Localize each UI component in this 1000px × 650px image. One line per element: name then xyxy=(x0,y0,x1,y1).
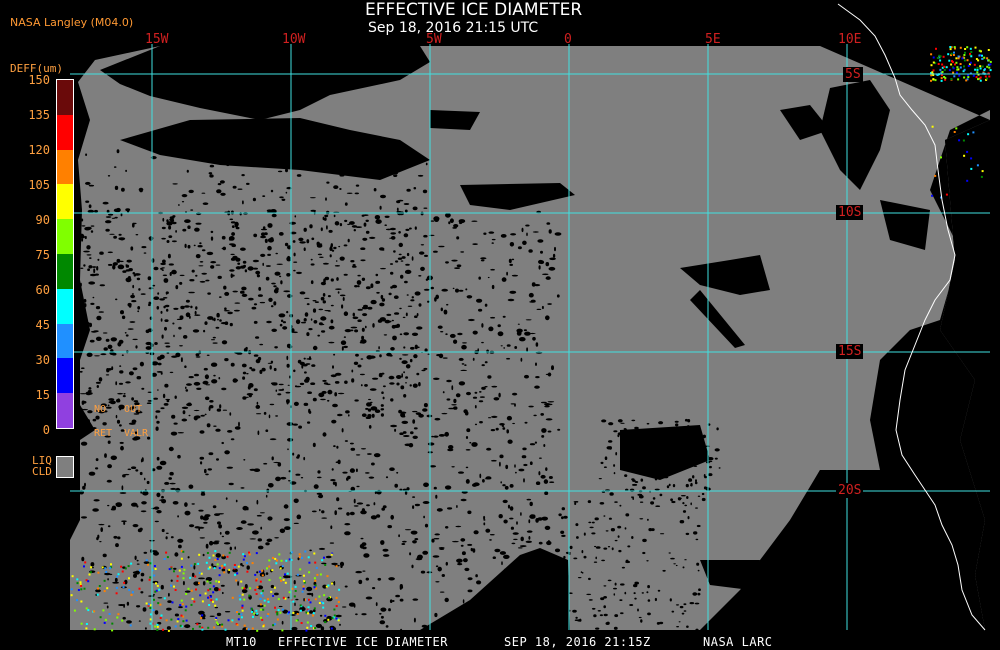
legend-color-segment xyxy=(57,254,73,290)
legend-color-segment xyxy=(57,80,73,116)
legend-tick: 90 xyxy=(35,213,50,227)
lon-label-5w: 5W xyxy=(426,32,442,47)
footer-datetime: SEP 18, 2016 21:15Z xyxy=(504,635,651,649)
lat-label-15s: 15S xyxy=(836,344,864,359)
legend-tick: 75 xyxy=(35,248,50,262)
legend-flag-out: OUT xyxy=(124,404,143,415)
legend-tick: 45 xyxy=(35,318,50,332)
liquid-cloud-swatch xyxy=(56,456,74,478)
legend-color-segment xyxy=(57,358,73,394)
legend-tick: 120 xyxy=(28,143,50,157)
map-title: EFFECTIVE ICE DIAMETER xyxy=(365,0,583,20)
lon-label-15w: 15W xyxy=(145,32,169,47)
legend-tick: 150 xyxy=(28,73,50,87)
lon-label-5e: 5E xyxy=(705,32,721,47)
legend-color-segment xyxy=(57,288,73,325)
legend-flag-valr: VALR xyxy=(124,428,149,439)
map-image xyxy=(0,0,1000,650)
footer-agency: NASA LARC xyxy=(703,635,773,649)
lat-label-20s: 20S xyxy=(836,483,864,498)
legend-color-segment xyxy=(57,219,73,255)
legend-tick: 15 xyxy=(35,388,50,402)
footer-product: MT10 xyxy=(226,635,257,649)
legend-color-segment xyxy=(57,114,73,151)
lon-label-10e: 10E xyxy=(838,32,862,47)
lat-label-5s: 5S xyxy=(843,67,863,82)
lat-label-10s: 10S xyxy=(836,205,864,220)
legend-tick: 0 xyxy=(42,423,50,437)
liquid-cloud-label-line2: CLD xyxy=(32,465,52,478)
legend-tick: 60 xyxy=(35,283,50,297)
footer-title: EFFECTIVE ICE DIAMETER xyxy=(278,635,448,649)
legend-color-segment xyxy=(57,393,73,429)
legend-color-bar xyxy=(56,79,74,429)
lon-label-0: 0 xyxy=(564,32,572,47)
legend-tick: 30 xyxy=(35,353,50,367)
legend-color-segment xyxy=(57,149,73,185)
legend-tick: 105 xyxy=(28,178,50,192)
legend-color-segment xyxy=(57,323,73,359)
legend-tick: 135 xyxy=(28,108,50,122)
credit-label: NASA Langley (M04.0) xyxy=(10,16,134,29)
lon-label-10w: 10W xyxy=(282,32,306,47)
legend-color-segment xyxy=(57,184,73,220)
legend-flag-ret: RET xyxy=(94,428,113,439)
legend-flag-no: NO xyxy=(94,404,107,415)
map-datetime: Sep 18, 2016 21:15 UTC xyxy=(368,20,539,36)
